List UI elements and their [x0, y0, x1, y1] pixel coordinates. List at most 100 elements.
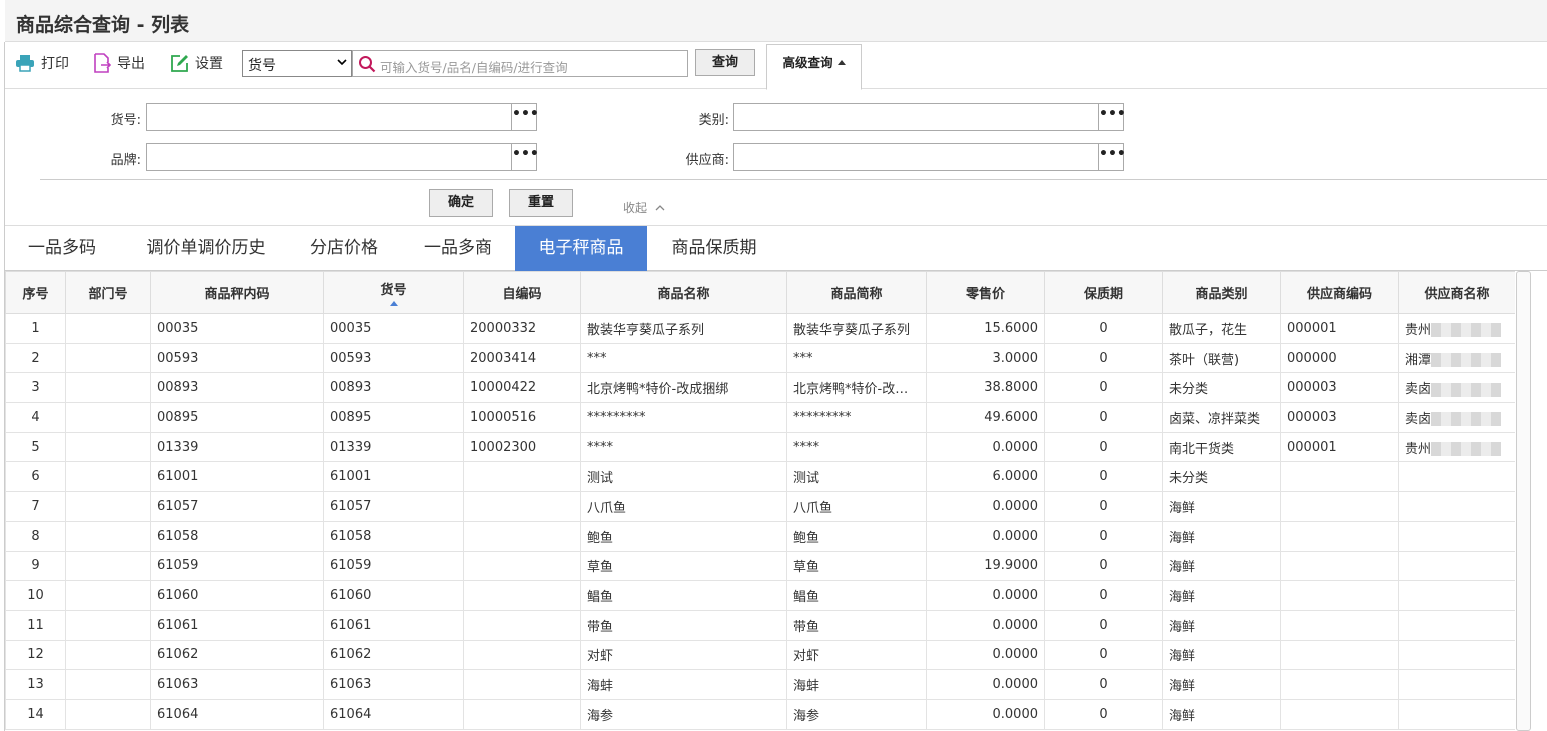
category-field[interactable]: ••• — [733, 103, 1126, 131]
table-cell: 5 — [5, 431, 66, 463]
reset-button[interactable]: 重置 — [509, 189, 573, 217]
query-button[interactable]: 查询 — [695, 49, 755, 76]
table-cell: 00593 — [323, 342, 464, 374]
table-cell: 6.0000 — [926, 461, 1045, 493]
table-row[interactable]: 12 61062 61062 对虾 对虾 0.0000 0 海鲜 — [5, 639, 1515, 671]
col-header-short-name[interactable]: 商品简称 — [786, 271, 927, 314]
table-cell: 贵州 — [1398, 431, 1515, 463]
settings-button[interactable]: 设置 — [170, 52, 223, 74]
item-no-picker-button[interactable]: ••• — [511, 104, 539, 130]
table-row[interactable]: 9 61059 61059 草鱼 草鱼 19.9000 0 海鲜 — [5, 550, 1515, 582]
col-header-shelf-life[interactable]: 保质期 — [1044, 271, 1163, 314]
col-header-dept[interactable]: 部门号 — [65, 271, 151, 314]
cell-text: 14 — [27, 706, 44, 722]
category-picker-button[interactable]: ••• — [1098, 104, 1126, 130]
table-cell — [1280, 639, 1399, 671]
col-header-scale-code[interactable]: 商品秤内码 — [150, 271, 324, 314]
supplier-field[interactable]: ••• — [733, 143, 1126, 171]
table-row[interactable]: 3 00893 00893 10000422 北京烤鸭*特价-改成捆绑 北京烤鸭*特价-改… — [5, 372, 1515, 404]
cell-text: 000003 — [1287, 409, 1337, 425]
table-cell: 海鲜 — [1162, 669, 1281, 700]
col-header-category[interactable]: 商品类别 — [1162, 271, 1281, 314]
print-button[interactable]: 打印 — [15, 52, 69, 74]
col-header-supplier-code[interactable]: 供应商编码 — [1280, 271, 1399, 314]
export-button[interactable]: 导出 — [93, 52, 145, 74]
tab-price-history[interactable]: 调价单调价历史 — [131, 226, 281, 271]
table-row[interactable]: 4 00895 00895 10000516 ********* ********* 49.… — [5, 402, 1515, 433]
table-cell: 鲳鱼 — [786, 580, 927, 611]
table-cell: ********* — [580, 402, 787, 433]
toolbar: 打印 导出 设置 货号 可输入货号/品名/自编码/进行查询 查询 高级查询 — [5, 42, 1547, 90]
print-label: 打印 — [41, 56, 69, 72]
table-cell: 0.0000 — [926, 580, 1045, 611]
table-cell: 61060 — [150, 580, 324, 611]
cell-text: 00035 — [330, 320, 372, 336]
table-cell: 00035 — [150, 313, 324, 344]
tab-multi-supplier[interactable]: 一品多商 — [413, 226, 503, 271]
table-cell: 61062 — [323, 639, 464, 671]
search-input[interactable]: 可输入货号/品名/自编码/进行查询 — [352, 50, 688, 77]
advanced-query-tab[interactable]: 高级查询 — [766, 44, 862, 90]
table-cell — [65, 609, 151, 641]
table-cell: 北京烤鸭*特价-改成捆绑 — [580, 372, 787, 404]
col-header-self-code[interactable]: 自编码 — [463, 271, 581, 314]
col-header-name[interactable]: 商品名称 — [580, 271, 787, 314]
redacted-mask — [1431, 353, 1502, 368]
tab-branch-price[interactable]: 分店价格 — [299, 226, 389, 271]
cell-text: 海鲜 — [1169, 530, 1196, 546]
collapse-button[interactable]: 收起 — [623, 199, 665, 216]
table-row[interactable]: 8 61058 61058 鲍鱼 鲍鱼 0.0000 0 海鲜 — [5, 520, 1515, 552]
confirm-button[interactable]: 确定 — [429, 189, 493, 217]
table-row[interactable]: 10 61060 61060 鲳鱼 鲳鱼 0.0000 0 海鲜 — [5, 580, 1515, 611]
cell-text: 鲍鱼 — [587, 530, 614, 546]
table-cell — [65, 431, 151, 463]
cell-text: 海蚌 — [793, 679, 820, 695]
table-cell: 卖卤 — [1398, 402, 1515, 433]
table-cell: 00035 — [323, 313, 464, 344]
table-row[interactable]: 2 00593 00593 20003414 *** *** 3.0000 0 茶叶（联营) 00… — [5, 342, 1515, 374]
cell-text: 未分类 — [1169, 471, 1209, 487]
table-row[interactable]: 7 61057 61057 八爪鱼 八爪鱼 0.0000 0 海鲜 — [5, 491, 1515, 522]
brand-field[interactable]: ••• — [146, 143, 539, 171]
edit-icon — [171, 54, 188, 72]
cell-text: 卖卤 — [1405, 382, 1432, 398]
col-header-item-no[interactable]: 货号 — [323, 271, 464, 314]
cell-text: 3 — [31, 380, 40, 396]
table-row[interactable]: 5 01339 01339 10002300 **** **** 0.0000 0 南北干货类 0… — [5, 431, 1515, 463]
tab-multi-barcode[interactable]: 一品多码 — [17, 226, 107, 271]
table-cell: 未分类 — [1162, 372, 1281, 404]
table-cell: 8 — [5, 520, 66, 552]
table-cell: 61061 — [150, 609, 324, 641]
vertical-scrollbar[interactable] — [1516, 271, 1531, 731]
redacted-mask — [1431, 382, 1502, 397]
table-cell: 海蚌 — [786, 669, 927, 700]
cell-text: 20003414 — [470, 350, 537, 366]
chevron-down-icon — [337, 59, 347, 66]
table-row[interactable]: 1 00035 00035 20000332 散装华亨葵瓜子系列 散装华亨葵瓜子系列 15.… — [5, 313, 1515, 344]
tab-electronic-scale[interactable]: 电子秤商品 — [515, 226, 647, 271]
table-cell — [1280, 609, 1399, 641]
cell-text: **** — [587, 439, 613, 455]
item-no-field[interactable]: ••• — [146, 103, 539, 131]
tab-shelf-life[interactable]: 商品保质期 — [660, 226, 768, 271]
cell-text: 2 — [31, 350, 40, 366]
supplier-picker-button[interactable]: ••• — [1098, 144, 1126, 170]
table-cell — [65, 698, 151, 730]
table-row[interactable]: 6 61001 61001 测试 测试 6.0000 0 未分类 — [5, 461, 1515, 493]
col-header-seq[interactable]: 序号 — [5, 271, 66, 314]
table-cell — [1398, 580, 1515, 611]
cell-text: 3.0000 — [992, 350, 1039, 366]
cell-text: 61058 — [330, 528, 372, 544]
table-cell — [463, 461, 581, 493]
table-row[interactable]: 11 61061 61061 带鱼 带鱼 0.0000 0 海鲜 — [5, 609, 1515, 641]
item-no-label: 货号: — [110, 113, 141, 128]
search-field-select[interactable]: 货号 — [242, 50, 352, 77]
col-header-supplier-name[interactable]: 供应商名称 — [1398, 271, 1515, 314]
cell-text: 000000 — [1287, 350, 1337, 366]
col-header-retail-price[interactable]: 零售价 — [926, 271, 1045, 314]
cell-text: 6 — [31, 469, 40, 485]
brand-picker-button[interactable]: ••• — [511, 144, 539, 170]
table-row[interactable]: 14 61064 61064 海参 海参 0.0000 0 海鲜 — [5, 698, 1515, 730]
table-row[interactable]: 13 61063 61063 海蚌 海蚌 0.0000 0 海鲜 — [5, 669, 1515, 700]
table-cell: 鲍鱼 — [786, 520, 927, 552]
